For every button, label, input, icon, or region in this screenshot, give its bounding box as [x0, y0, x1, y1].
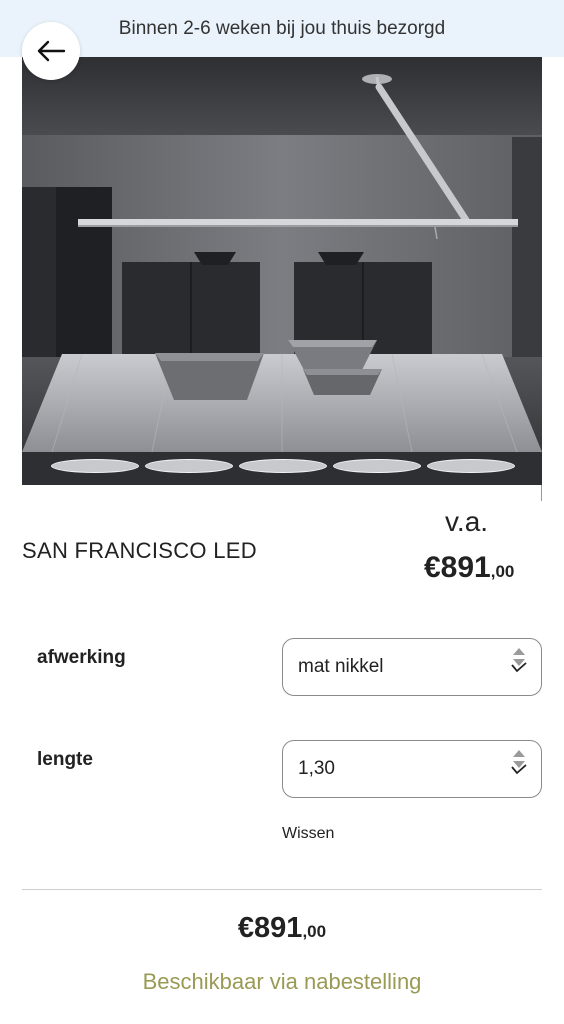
afwerking-select[interactable]: mat nikkel [282, 638, 542, 696]
afwerking-select-value: mat nikkel [298, 656, 384, 677]
select-arrows-icon [511, 750, 527, 775]
select-arrows-icon [511, 648, 527, 673]
back-button[interactable] [22, 22, 80, 80]
arrow-left-icon [37, 40, 66, 62]
product-image[interactable] [22, 57, 542, 485]
gallery-dot[interactable] [333, 459, 421, 473]
delivery-banner-text: Binnen 2-6 weken bij jou thuis bezorgd [118, 17, 446, 39]
total-price: €891,00 [0, 912, 564, 945]
clear-selection-link[interactable]: Wissen [282, 825, 334, 843]
product-photo [22, 57, 542, 485]
price-main: €891 [424, 551, 491, 584]
product-title: SAN FRANCISCO LED [22, 538, 257, 563]
gallery-indicators [22, 457, 542, 477]
option-label-afwerking: afwerking [37, 647, 126, 668]
divider [541, 485, 542, 501]
total-price-cents: ,00 [302, 922, 327, 941]
total-price-main: €891 [237, 912, 303, 944]
price-cents: ,00 [490, 562, 515, 581]
section-divider [22, 889, 542, 890]
gallery-dot[interactable] [145, 459, 233, 473]
product-price: €891,00 [424, 551, 514, 585]
price-prefix: v.a. [445, 506, 489, 537]
gallery-dot[interactable] [427, 459, 515, 473]
availability-text: Beschikbaar via nabestelling [142, 969, 422, 994]
delivery-banner: Binnen 2-6 weken bij jou thuis bezorgd [0, 0, 564, 57]
gallery-dot[interactable] [239, 459, 327, 473]
gallery-dot[interactable] [51, 459, 139, 473]
option-label-lengte: lengte [37, 749, 93, 770]
lengte-select-value: 1,30 [298, 758, 335, 779]
lengte-select[interactable]: 1,30 [282, 740, 542, 798]
